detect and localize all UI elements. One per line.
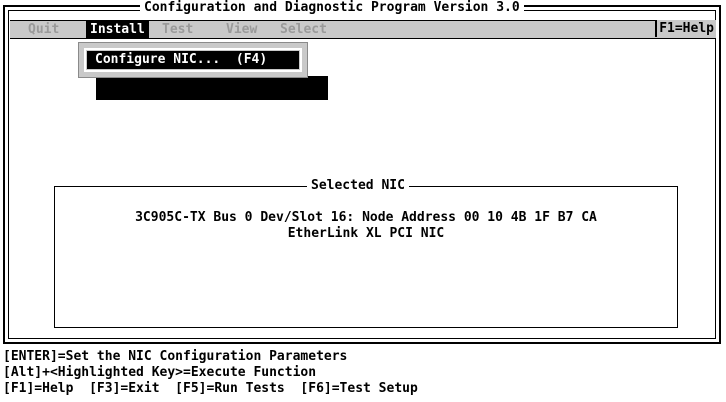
nic-name-line: EtherLink XL PCI NIC: [287, 226, 445, 241]
status-line-alt: [Alt]+<Highlighted Key>=Execute Function: [3, 365, 317, 380]
configure-nic-menu-item[interactable]: Configure NIC... (F4): [87, 51, 299, 69]
selected-nic-panel: [54, 186, 678, 328]
install-dropdown-menu: Configure NIC... (F4): [78, 42, 308, 78]
status-line-function-keys: [F1]=Help [F3]=Exit [F5]=Run Tests [F6]=…: [3, 381, 418, 396]
window-title: Configuration and Diagnostic Program Ver…: [140, 0, 524, 16]
menu-quit[interactable]: Quit: [24, 21, 63, 38]
menu-view[interactable]: View: [222, 21, 261, 38]
dropdown-shadow: [96, 76, 328, 100]
menu-bar: Quit Install Test View Select F1=Help: [10, 20, 716, 39]
help-f1-button[interactable]: F1=Help: [655, 20, 716, 37]
menu-test[interactable]: Test: [158, 21, 197, 38]
status-line-enter: [ENTER]=Set the NIC Configuration Parame…: [3, 349, 348, 364]
menu-install[interactable]: Install: [86, 21, 149, 38]
menu-select[interactable]: Select: [276, 21, 331, 38]
nic-address-line: 3C905C-TX Bus 0 Dev/Slot 16: Node Addres…: [135, 210, 597, 225]
selected-nic-title: Selected NIC: [307, 178, 409, 194]
